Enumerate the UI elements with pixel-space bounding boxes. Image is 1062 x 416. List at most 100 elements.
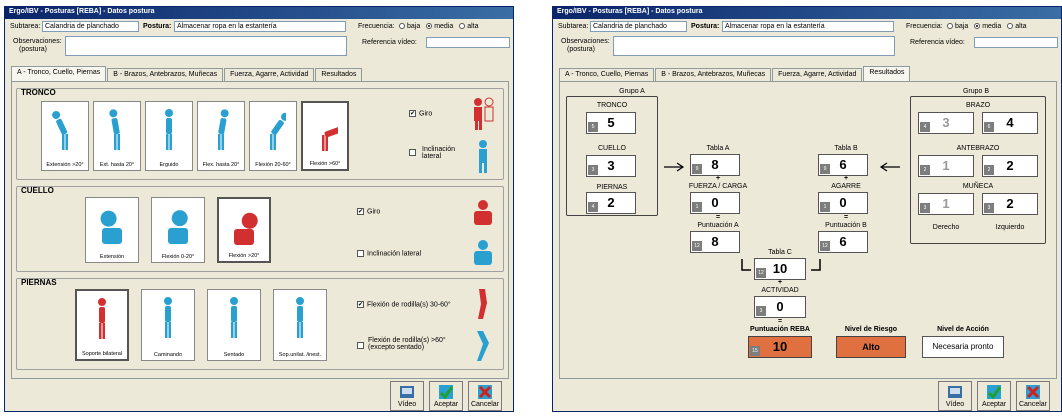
tabla-b-score: 69 [818,154,868,176]
observaciones-sublabel-2: (postura) [567,46,596,53]
cuello-score: 33 [586,155,636,177]
tab-brazos[interactable]: B - Brazos, Antebrazos, Muñecas [107,68,224,81]
tronco-card-5[interactable]: Flexión >60° [301,101,349,171]
piernas-card-1[interactable]: Caminando [141,289,195,361]
subtarea-field[interactable]: Calandria de planchado [42,21,139,32]
video-button-label: Vídeo [397,401,417,408]
tabla-a-eq: = [715,214,721,221]
piernas-card-0[interactable]: Soporte bilateral [75,289,129,361]
izquierdo-label: Izquierdo [995,224,1025,231]
observaciones-field-2[interactable] [613,36,895,56]
reba-label: Puntuación REBA [750,326,810,333]
tab-tronco-cuello-piernas-2[interactable]: A - Tronco, Cuello, Piernas [559,68,655,81]
cancelar-button-2[interactable]: Cancelar [1016,381,1050,411]
freq-baja-label-2: baja [955,23,969,30]
aceptar-button-label-2: Aceptar [981,401,1007,408]
tronco-card-4[interactable]: Flexión 20-60° [249,101,297,171]
freq-alta-radio[interactable] [459,23,466,30]
window-datos-postura-a: Ergo/IBV - Posturas [REBA] - Datos postu… [4,6,514,412]
observaciones-sublabel: (postura) [19,46,48,53]
referencia-label: Referencia vídeo: [362,39,417,46]
observaciones-field[interactable] [65,36,347,56]
cuello-card-1[interactable]: Flexión 0-20° [151,197,205,263]
cuello-card-0[interactable]: Extensión [85,197,139,263]
muneca-der-value: 1 [942,196,950,211]
cuello-card-2[interactable]: Flexión >20° [217,197,271,263]
subtarea-field-2[interactable]: Calandria de planchado [590,21,687,32]
tab-strip-2: A - Tronco, Cuello, Piernas B - Brazos, A… [559,66,911,81]
cuello-score-value: 3 [607,158,615,173]
video-button-2[interactable]: Vídeo [938,381,972,411]
freq-media-radio-2[interactable] [974,23,981,30]
posture-figure-icon [52,110,68,150]
cuello-score-index: 3 [588,165,598,175]
aceptar-button[interactable]: Aceptar [429,381,463,411]
flex2-checkbox[interactable] [357,342,364,349]
tab-brazos-2[interactable]: B - Brazos, Antebrazos, Muñecas [655,68,772,81]
antebrazo-label: ANTEBRAZO [956,145,1000,152]
freq-alta-radio-2[interactable] [1007,23,1014,30]
brazo-izq-score: 46 [982,112,1038,134]
freq-baja-radio-2[interactable] [947,23,953,30]
flex1-checkbox[interactable]: ✔ [357,301,364,308]
muneca-der-score: 13 [918,193,974,215]
freq-media-radio[interactable] [426,23,433,30]
fuerza-score: 01 [690,192,740,214]
cancel-icon [1026,385,1040,399]
corner-b-icon [811,259,821,271]
subtarea-label-2: Subtarea: [558,23,589,30]
piernas-group: PIERNAS Soporte bilateral Caminando Sentad… [16,278,504,370]
brazo-der-index: 4 [920,122,930,132]
flex2-label: Flexión de rodilla(s) >60° (excepto sent… [368,337,446,351]
reba-index: 15 [750,346,760,356]
tronco-giro-label: Giro [419,110,433,118]
tab-fuerza-2[interactable]: Fuerza, Agarre, Actividad [772,68,863,81]
piernas-card-3[interactable]: Sop.unilat. /inest. [273,289,327,361]
reba-value: 10 [772,339,788,354]
aceptar-button-2[interactable]: Aceptar [977,381,1011,411]
aceptar-button-label: Aceptar [433,401,459,408]
check-icon [439,385,454,400]
tab-tronco-cuello-piernas[interactable]: A - Tronco, Cuello, Piernas [11,66,107,81]
antebrazo-izq-value: 2 [1006,158,1014,173]
tronco-card-0[interactable]: Extensión >20° [41,101,89,171]
piernas-card-2[interactable]: Sentado [207,289,261,361]
brazo-izq-index: 6 [984,122,994,132]
tronco-score-index: 5 [588,122,598,132]
tronco-inclinacion-checkbox[interactable] [409,149,416,156]
postura-label: Postura: [143,23,172,30]
cuello-inclinacion-checkbox[interactable] [357,250,364,257]
referencia-field[interactable] [426,37,510,48]
freq-alta-label-2: alta [1015,23,1027,30]
tronco-giro-checkbox[interactable]: ✔ [409,110,416,117]
referencia-field-2[interactable] [974,37,1058,48]
referencia-label-2: Referencia vídeo: [910,39,965,46]
tronco-card-label: Extensión >20° [46,162,84,168]
accion-value: Necesaria pronto [922,336,1004,358]
window-title: Ergo/IBV - Posturas [REBA] - Datos postu… [5,7,513,19]
reba-score: 10 15 [748,336,812,358]
freq-baja-radio[interactable] [399,23,405,30]
neck-giro-icon [474,200,492,225]
tronco-card-2[interactable]: Erguido [145,101,193,171]
tronco-card-label: Ext. hasta 20° [99,162,135,168]
cuello-giro-checkbox[interactable]: ✔ [357,208,364,215]
neck-figure-icon [234,212,258,245]
postura-field-2[interactable]: Almacenar ropa en la estantería [722,21,894,32]
riesgo-value: Alto [836,336,906,358]
frecuencia-radios-2: baja media alta [943,23,1027,30]
tab-resultados-2[interactable]: Resultados [863,66,911,81]
piernas-score: 24 [586,192,636,214]
video-button[interactable]: Vídeo [390,381,424,411]
tronco-card-3[interactable]: Flex. hasta 20° [197,101,245,171]
postura-field[interactable]: Almacenar ropa en la estantería [174,21,346,32]
tab-fuerza[interactable]: Fuerza, Agarre, Actividad [224,68,315,81]
puntuacion-a-index: 12 [692,241,702,251]
flex2 [357,342,367,349]
cancelar-button[interactable]: Cancelar [468,381,502,411]
tab-resultados[interactable]: Resultados [315,68,363,81]
fuerza-value: 0 [711,195,719,210]
brazo-der-score: 34 [918,112,974,134]
tabla-b-index: 9 [820,164,830,174]
tronco-card-1[interactable]: Ext. hasta 20° [93,101,141,171]
